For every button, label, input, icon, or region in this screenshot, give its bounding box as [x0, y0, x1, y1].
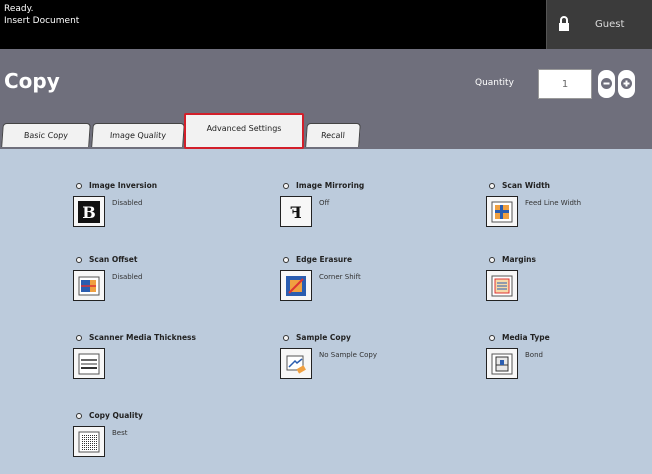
svg-text:F: F [290, 203, 302, 222]
minus-icon [601, 78, 612, 89]
sample-copy-button[interactable] [280, 348, 312, 379]
feature-label: Margins [502, 255, 536, 264]
guest-label: Guest [595, 19, 625, 30]
media-thickness-icon [78, 353, 100, 375]
machine-status: Ready. Insert Document [4, 3, 79, 27]
radio-indicator[interactable] [283, 257, 289, 263]
scan-offset-button[interactable] [73, 270, 105, 301]
feature-label: Image Mirroring [296, 181, 365, 190]
scan-width-button[interactable] [486, 196, 518, 227]
page-title: Copy [4, 69, 60, 93]
tab-advanced-settings-label: Advanced Settings [206, 124, 282, 133]
feature-value: No Sample Copy [319, 351, 377, 359]
media-type-icon [491, 353, 513, 375]
edge-erasure-button[interactable] [280, 270, 312, 301]
radio-indicator[interactable] [489, 183, 495, 189]
feature-label: Edge Erasure [296, 255, 353, 264]
feature-label: Scanner Media Thickness [89, 333, 196, 342]
feature-label: Copy Quality [89, 411, 143, 420]
image-inversion-button[interactable]: B [73, 196, 105, 227]
feature-label: Image Inversion [89, 181, 158, 190]
scanner-media-thickness-button[interactable] [73, 348, 105, 379]
feature-label: Sample Copy [296, 333, 351, 342]
radio-indicator[interactable] [76, 183, 82, 189]
feature-label: Scan Width [502, 181, 550, 190]
image-mirroring-button[interactable]: F [280, 196, 312, 227]
tab-image-quality[interactable]: Image Quality [91, 123, 185, 147]
tab-recall[interactable]: Recall [305, 123, 361, 147]
quantity-decrease-button[interactable] [598, 70, 615, 98]
guest-login-button[interactable]: Guest [546, 0, 652, 49]
feature-label: Media Type [502, 333, 550, 342]
plus-icon [621, 78, 632, 89]
advanced-settings-panel: Image Inversion B Disabled Image Mirrori… [0, 149, 652, 474]
feature-value: Disabled [112, 199, 143, 207]
feature-value: Disabled [112, 273, 143, 281]
feature-label: Scan Offset [89, 255, 138, 264]
scan-offset-icon [78, 276, 100, 296]
status-bar: Ready. Insert Document Guest [0, 0, 652, 49]
quantity-label: Quantity [475, 78, 514, 88]
radio-indicator[interactable] [76, 257, 82, 263]
svg-text:B: B [82, 203, 96, 222]
feature-value: Bond [525, 351, 543, 359]
radio-indicator[interactable] [283, 183, 289, 189]
margins-icon [491, 275, 513, 297]
lock-icon [557, 16, 571, 32]
tab-basic-copy[interactable]: Basic Copy [1, 123, 91, 147]
inversion-b-icon: B [78, 201, 100, 223]
copy-quality-button[interactable] [73, 426, 105, 457]
media-type-button[interactable] [486, 348, 518, 379]
feature-value: Off [319, 199, 330, 207]
radio-indicator[interactable] [489, 335, 495, 341]
status-line-2: Insert Document [4, 16, 80, 26]
scan-width-icon [491, 201, 513, 223]
sample-copy-icon [286, 355, 306, 374]
radio-indicator[interactable] [489, 257, 495, 263]
copy-quality-icon [78, 431, 100, 453]
radio-indicator[interactable] [283, 335, 289, 341]
edge-erasure-icon [286, 276, 306, 296]
quantity-increase-button[interactable] [618, 70, 635, 98]
radio-indicator[interactable] [76, 413, 82, 419]
mirror-f-icon: F [290, 203, 302, 222]
feature-value: Best [112, 429, 128, 437]
radio-indicator[interactable] [76, 335, 82, 341]
margins-button[interactable] [486, 270, 518, 301]
feature-value: Corner Shift [319, 273, 361, 281]
quantity-input[interactable] [538, 69, 592, 99]
feature-value: Feed Line Width [525, 199, 582, 207]
tab-advanced-settings[interactable]: Advanced Settings [184, 113, 304, 149]
status-line-1: Ready. [4, 4, 34, 14]
